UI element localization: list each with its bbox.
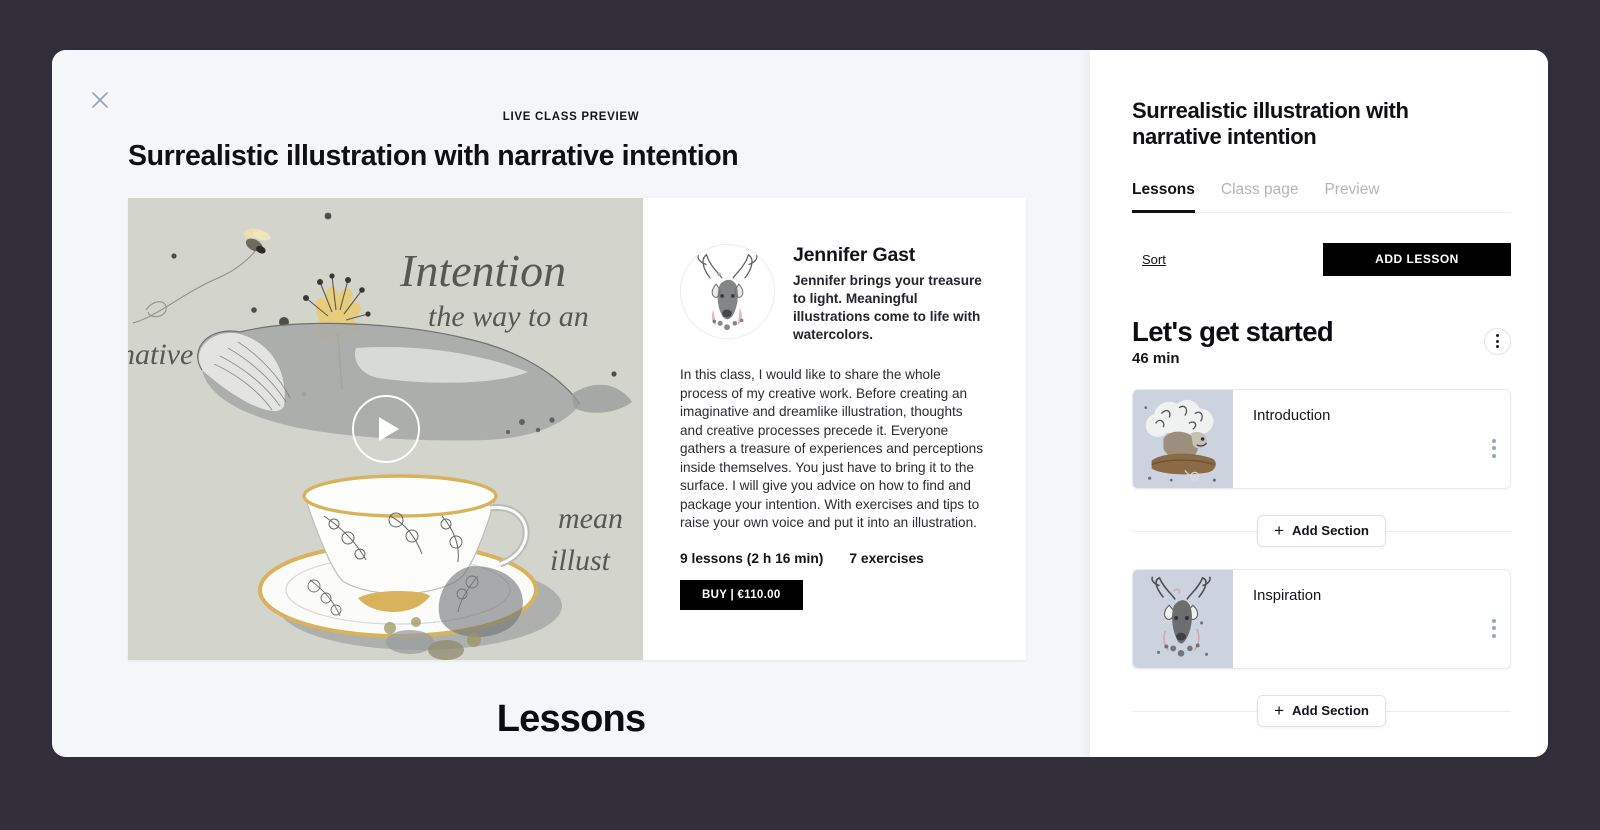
avatar <box>680 244 775 339</box>
section-header: Let's get started 46 min <box>1132 316 1511 367</box>
class-info: Jennifer Gast Jennifer brings your treas… <box>643 198 1026 660</box>
lessons-section-heading: Lessons <box>496 698 646 740</box>
list-item[interactable]: Introduction <box>1132 388 1511 489</box>
panel-tabs: Lessons Class page Preview <box>1132 181 1511 214</box>
class-description: In this class, I would like to share the… <box>680 367 984 531</box>
author-name: Jennifer Gast <box>793 244 916 266</box>
section-duration: 46 min <box>1132 349 1180 367</box>
class-preview-modal: LIVE CLASS PREVIEW Surrealistic illustra… <box>52 50 1548 757</box>
section-title: Let's get started <box>1132 315 1334 347</box>
class-stats: 9 lessons (2 h 16 min) 7 exercises <box>680 551 988 566</box>
list-item[interactable]: Inspiration <box>1132 568 1511 669</box>
lesson-body: Introduction <box>1233 390 1510 488</box>
lesson-thumbnail <box>1133 389 1233 488</box>
exercises-count: 7 exercises <box>849 550 924 566</box>
add-section-divider: + Add Section <box>1132 514 1511 547</box>
hero-artwork: Intention the way to an native mean illu… <box>128 198 643 660</box>
kebab-menu-icon[interactable] <box>1492 618 1496 668</box>
preview-eyebrow: LIVE CLASS PREVIEW <box>502 111 640 123</box>
page-title: Surrealistic illustration with narrative… <box>128 140 739 172</box>
lesson-body: Inspiration <box>1233 570 1510 668</box>
add-section-label: Add Section <box>1292 703 1369 719</box>
svg-text:mean: mean <box>558 502 623 535</box>
svg-text:illust: illust <box>550 544 611 577</box>
lesson-title: Introduction <box>1253 407 1331 424</box>
play-icon[interactable] <box>351 395 420 463</box>
svg-text:the way to an: the way to an <box>428 300 589 333</box>
tab-preview[interactable]: Preview <box>1324 181 1379 213</box>
class-hero: Intention the way to an native mean illu… <box>128 198 1026 660</box>
plus-icon: + <box>1274 701 1284 721</box>
add-section-label: Add Section <box>1292 523 1369 539</box>
lesson-thumbnail <box>1133 569 1233 668</box>
kebab-menu-icon[interactable] <box>1484 327 1511 355</box>
add-section-button[interactable]: + Add Section <box>1257 694 1386 727</box>
svg-text:native: native <box>128 338 193 371</box>
add-lesson-button[interactable]: ADD LESSON <box>1323 242 1511 276</box>
preview-pane: LIVE CLASS PREVIEW Surrealistic illustra… <box>52 50 1090 757</box>
author-bio: Jennifer brings your treasure to light. … <box>793 273 982 343</box>
author-row: Jennifer Gast Jennifer brings your treas… <box>680 244 988 344</box>
lesson-actions: Sort ADD LESSON <box>1132 242 1511 276</box>
lessons-count: 9 lessons (2 h 16 min) <box>680 550 824 566</box>
kebab-menu-icon[interactable] <box>1492 438 1496 488</box>
lesson-editor-panel: Surrealistic illustration with narrative… <box>1090 50 1548 757</box>
plus-icon: + <box>1274 521 1284 541</box>
add-section-divider: + Add Section <box>1132 694 1511 727</box>
tab-class-page[interactable]: Class page <box>1221 181 1299 213</box>
panel-title: Surrealistic illustration with narrative… <box>1132 98 1409 149</box>
buy-button[interactable]: BUY | €110.00 <box>680 579 803 610</box>
sort-link[interactable]: Sort <box>1142 252 1166 267</box>
lesson-title: Inspiration <box>1253 587 1322 604</box>
tab-lessons[interactable]: Lessons <box>1132 181 1195 214</box>
add-section-button[interactable]: + Add Section <box>1257 514 1386 547</box>
svg-text:Intention: Intention <box>399 245 566 296</box>
